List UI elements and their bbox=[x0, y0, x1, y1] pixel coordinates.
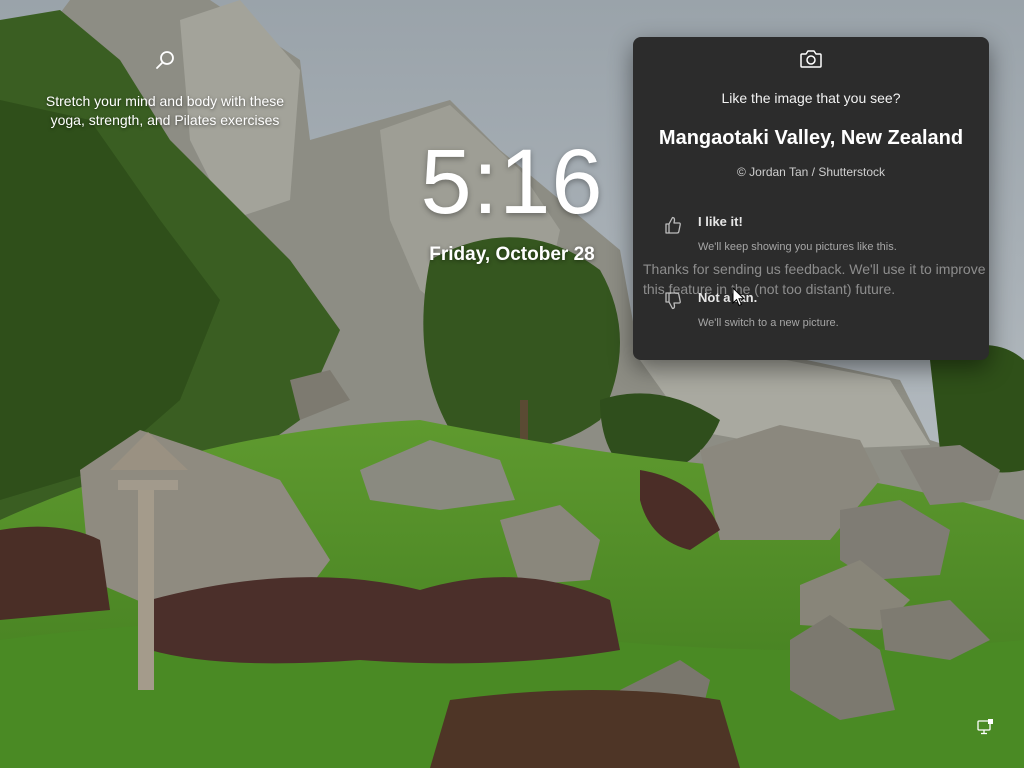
like-label: I like it! bbox=[698, 214, 743, 229]
spotlight-flyout: Like the image that you see? Mangaotaki … bbox=[633, 37, 989, 360]
tip-search-button[interactable] bbox=[149, 44, 181, 76]
tip-text[interactable]: Stretch your mind and body with these yo… bbox=[44, 92, 286, 130]
clock-time: 5:16 bbox=[420, 131, 604, 233]
clock: 5:16 Friday, October 28 bbox=[380, 134, 644, 266]
clock-date: Friday, October 28 bbox=[429, 244, 595, 265]
flyout-question: Like the image that you see? bbox=[721, 90, 901, 106]
image-title: Mangaotaki Valley, New Zealand bbox=[658, 127, 964, 149]
camera-icon bbox=[800, 50, 822, 68]
thumbs-up-icon bbox=[665, 216, 681, 234]
spotlight-tip: Stretch your mind and body with these yo… bbox=[44, 44, 286, 130]
feedback-message: Thanks for sending us feedback. We'll us… bbox=[643, 261, 986, 297]
lock-screen: Stretch your mind and body with these yo… bbox=[0, 0, 1024, 768]
dislike-description: We'll switch to a new picture. bbox=[698, 317, 839, 329]
search-icon bbox=[156, 51, 174, 69]
like-description: We'll keep showing you pictures like thi… bbox=[698, 241, 897, 253]
image-credit: © Jordan Tan / Shutterstock bbox=[736, 165, 886, 179]
like-option[interactable]: I like it! We'll keep showing you pictur… bbox=[659, 211, 969, 259]
mouse-cursor-icon bbox=[732, 287, 746, 307]
network-icon[interactable] bbox=[976, 718, 994, 736]
